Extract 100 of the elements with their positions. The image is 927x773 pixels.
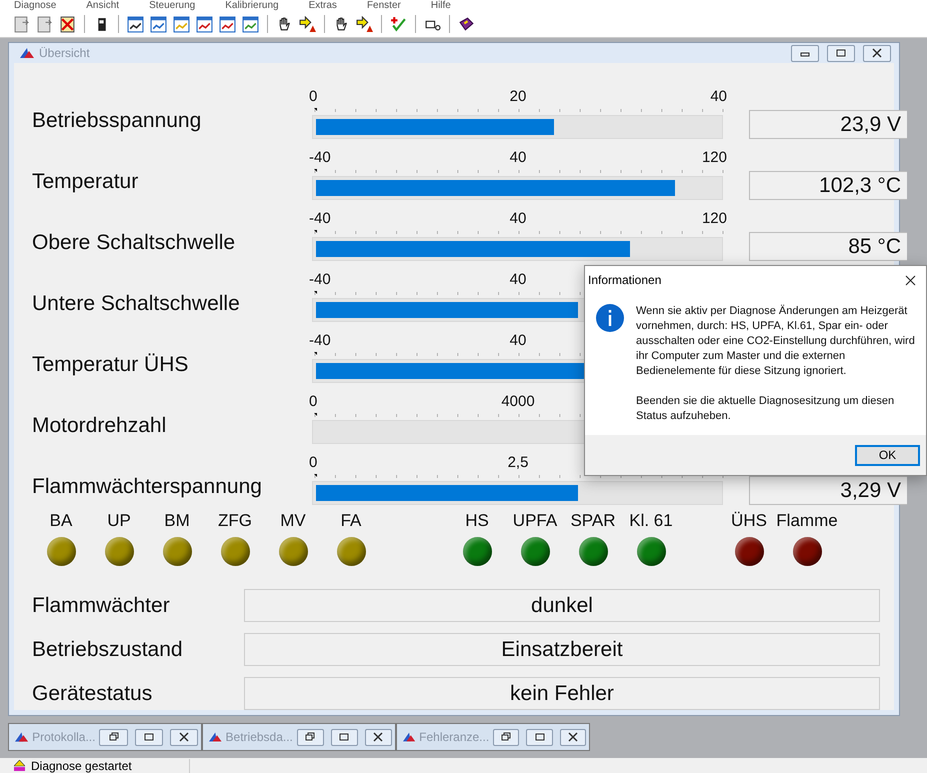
scale-label: 0 [309,454,318,471]
maximize-icon[interactable] [534,732,546,742]
gauge-label: Temperatur [32,170,140,195]
maximize-icon[interactable] [835,48,847,58]
lamp-label: MV [280,511,306,531]
value-field: 85 °C [749,232,907,261]
value-field: 3,29 V [749,476,907,505]
window-title: Protokolla... [32,730,96,744]
app-icon [403,731,416,743]
close-icon[interactable] [372,732,384,742]
scale-label: -40 [309,210,331,227]
window-icon[interactable] [195,14,214,34]
status-label: Betriebszustand [32,638,184,662]
close-icon[interactable] [871,48,883,58]
close-icon[interactable] [566,732,579,742]
app-icon [20,47,34,59]
restore-button[interactable] [493,728,520,746]
menu-item[interactable]: Steuerung [149,0,196,11]
status-field: Einsatzbereit [244,633,880,666]
ok-button[interactable]: OK [855,444,920,466]
scale-label: 40 [510,332,526,349]
scale-label: 120 [702,149,727,166]
lamp-label: Kl. 61 [629,511,673,531]
restore-icon[interactable] [304,732,316,742]
gauge-label: Obere Schaltschwelle [32,231,236,256]
menu-item[interactable]: Diagnose [14,0,56,11]
close-icon[interactable] [178,732,190,742]
dialog-message: Beenden sie die aktuelle Diagnosesitzung um diesen Status aufzuheben. [636,394,896,424]
scale-label: -40 [309,149,331,166]
gauge-label: Betriebsspannung [32,109,202,134]
restore-button[interactable] [99,728,128,746]
dialog-message: Wenn sie aktiv per Diagnose Änderungen am Heizgerät vornehmen, durch: HS, UPFA, Kl.61, Spar ein- oder ausschalten oder eine CO2-Einstellung durchführen, wird ihr Computer zum Master und die externen Bedienelemente für diese Sitzung ignoriert. [636,304,916,379]
scale-label: -40 [309,271,331,288]
menu-item[interactable]: Kalibrierung [225,0,279,11]
close-button[interactable] [863,44,891,62]
lamp-label: BM [164,511,190,531]
lamp-label: HS [465,511,489,531]
scale-label: 0 [309,88,318,105]
document-icon[interactable] [12,14,31,34]
lamp-label: SPAR [570,511,616,531]
minimize-button[interactable] [791,44,819,62]
scale-label: 40 [710,88,727,105]
book-icon[interactable] [457,14,476,34]
close-button[interactable] [170,728,198,746]
scale-label: 120 [702,210,727,227]
status-label: Flammwächter [32,594,171,618]
value-field: 102,3 °C [749,171,907,200]
restore-icon[interactable] [108,732,120,742]
maximize-icon[interactable] [142,732,155,742]
arrow-icon[interactable] [355,14,374,34]
scale-label: -40 [309,332,331,349]
app-icon [209,731,222,743]
status-text: Diagnose gestartet [31,758,132,772]
restore-icon[interactable] [500,732,512,742]
lamp-label: BA [50,511,72,531]
gauge-label: Motordrehzahl [32,414,168,439]
lamp-label: Flamme [776,511,838,531]
gauge-label: Flammwächterspannung [32,475,263,500]
delete-document-icon[interactable] [58,14,77,34]
status-label: Gerätestatus [32,682,154,706]
maximize-button[interactable] [526,728,553,746]
restore-button[interactable] [296,728,324,746]
window-icon[interactable] [218,14,237,34]
scale-label: 4000 [501,393,535,410]
window-title: Übersicht [39,46,91,60]
check-icon[interactable] [389,14,408,34]
menu-item[interactable]: Extras [308,0,337,11]
window-title: Fehleranze... [419,730,490,744]
menu-item[interactable]: Ansicht [86,0,120,11]
scale-label: 40 [510,210,526,227]
scale-label: 20 [510,88,526,105]
scale-label: 0 [309,393,318,410]
value-field: 23,9 V [749,110,907,139]
gauge-label: Untere Schaltschwelle [32,292,241,317]
lamp-label: UPFA [512,511,558,531]
dialog-title: Informationen [588,273,662,287]
arrow-icon[interactable] [298,14,317,34]
info-icon [596,304,624,332]
window-title: Betriebsda... [226,730,293,744]
scale-label: 40 [510,149,526,166]
gauge-label: Temperatur ÜHS [32,353,190,378]
scale-label: 2,5 [508,454,528,471]
status-field: kein Fehler [244,677,880,710]
menu-item[interactable]: Hilfe [430,0,451,11]
menu-item[interactable]: Fenster [366,0,401,11]
lamp-label: UP [107,511,131,531]
window-icon[interactable] [126,14,145,34]
maximize-button[interactable] [330,728,358,746]
close-button[interactable] [560,728,586,746]
close-button[interactable] [364,728,392,746]
lamp-label: ÜHS [731,511,767,531]
scale-label: 40 [510,271,526,288]
lamp-label: ZFG [218,511,252,531]
maximize-icon[interactable] [338,732,350,742]
maximize-button[interactable] [827,44,855,62]
document-icon[interactable] [35,14,54,34]
status-field: dunkel [244,589,880,622]
maximize-button[interactable] [134,728,163,746]
lamp-label: FA [340,511,362,531]
status-icon [14,760,25,771]
